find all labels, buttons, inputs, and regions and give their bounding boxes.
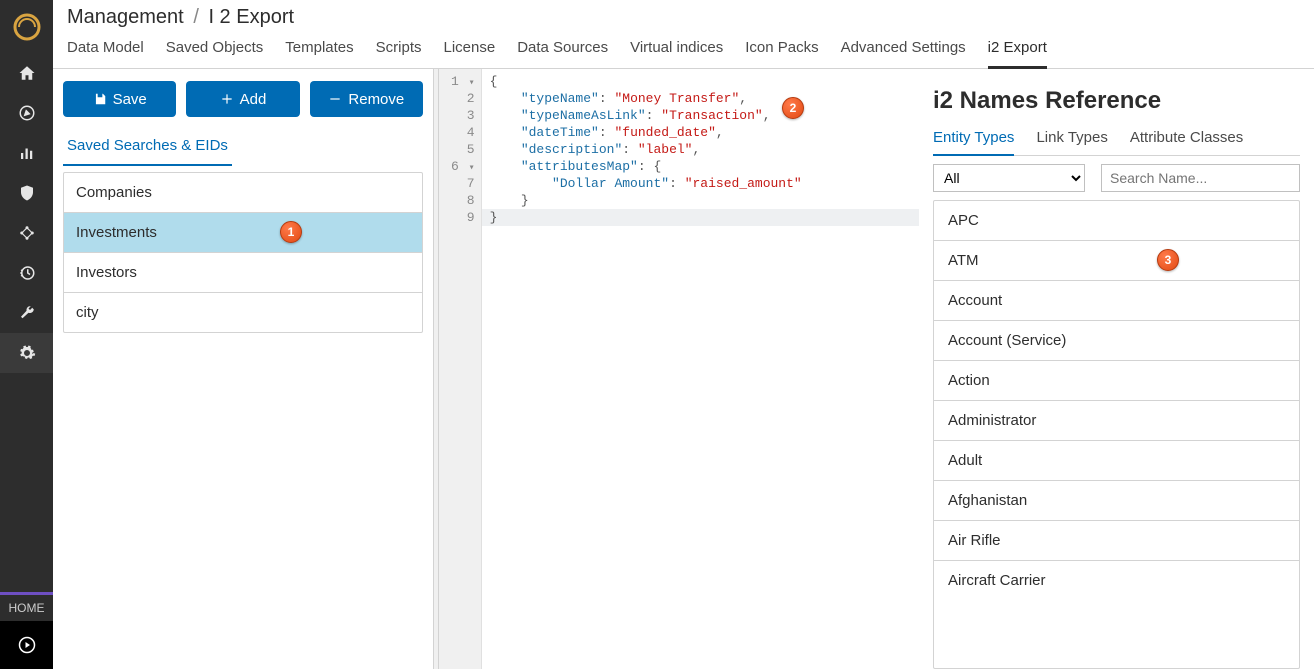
saved-search-item[interactable]: Investors <box>64 253 422 293</box>
reference-filter-row: All <box>933 164 1300 192</box>
breadcrumb-sep: / <box>193 6 199 28</box>
nav-management[interactable] <box>0 333 53 373</box>
saved-searches-panel: Save Add Remove Saved Searches & EIDs Co… <box>53 69 433 669</box>
nav-discover[interactable] <box>0 93 53 133</box>
wrench-icon <box>18 304 36 322</box>
json-editor-panel: 1 ▾23456 ▾789 { "typeName": "Money Trans… <box>439 69 919 669</box>
reference-title: i2 Names Reference <box>933 87 1300 115</box>
ref-tab-entity[interactable]: Entity Types <box>933 129 1014 156</box>
reference-list-wrap: APCATM3AccountAccount (Service)ActionAdm… <box>933 200 1300 669</box>
play-circle-icon <box>18 636 36 654</box>
callout-3: 3 <box>1157 249 1179 271</box>
nav-collapse[interactable] <box>0 621 53 669</box>
tab-data-sources[interactable]: Data Sources <box>517 39 608 68</box>
save-label: Save <box>113 91 147 108</box>
save-icon <box>93 92 107 106</box>
tab-advanced[interactable]: Advanced Settings <box>841 39 966 68</box>
saved-search-item[interactable]: Investments1 <box>64 213 422 253</box>
reference-item[interactable]: Action <box>934 361 1299 401</box>
remove-label: Remove <box>348 91 404 108</box>
history-icon <box>18 264 36 282</box>
nav-recent[interactable] <box>0 253 53 293</box>
reference-category-select[interactable]: All <box>933 164 1085 192</box>
home-icon <box>18 64 36 82</box>
reference-list[interactable]: APCATM3AccountAccount (Service)ActionAdm… <box>933 200 1300 669</box>
nav-security[interactable] <box>0 173 53 213</box>
main-content: Management / I 2 Export Data Model Saved… <box>53 0 1314 669</box>
save-button[interactable]: Save <box>63 81 176 117</box>
reference-item[interactable]: Administrator <box>934 401 1299 441</box>
tab-license[interactable]: License <box>444 39 496 68</box>
saved-search-item[interactable]: city <box>64 293 422 332</box>
saved-search-item[interactable]: Companies <box>64 173 422 213</box>
tab-virtual-indices[interactable]: Virtual indices <box>630 39 723 68</box>
reference-item[interactable]: Account (Service) <box>934 321 1299 361</box>
reference-panel: i2 Names Reference Entity Types Link Typ… <box>919 69 1314 669</box>
breadcrumb-page: I 2 Export <box>208 6 294 28</box>
line-numbers: 1 ▾23456 ▾789 <box>439 69 482 669</box>
graph-icon <box>18 224 36 242</box>
saved-searches-list: CompaniesInvestments1Investorscity <box>63 172 423 333</box>
reference-item[interactable]: Aircraft Carrier <box>934 561 1299 600</box>
minus-icon <box>328 92 342 106</box>
shield-icon <box>18 184 36 202</box>
breadcrumb-root[interactable]: Management <box>67 6 184 28</box>
app-navbar: HOME <box>0 0 53 669</box>
nav-graph[interactable] <box>0 213 53 253</box>
plus-icon <box>220 92 234 106</box>
nav-visualize[interactable] <box>0 133 53 173</box>
reference-item[interactable]: Account <box>934 281 1299 321</box>
tab-data-model[interactable]: Data Model <box>67 39 144 68</box>
gear-icon <box>18 344 36 362</box>
breadcrumb: Management / I 2 Export <box>53 0 1314 31</box>
logo-icon <box>12 12 42 42</box>
add-label: Add <box>240 91 267 108</box>
reference-item[interactable]: Air Rifle <box>934 521 1299 561</box>
add-button[interactable]: Add <box>186 81 299 117</box>
nav-home-label[interactable]: HOME <box>0 592 53 621</box>
ref-tab-link[interactable]: Link Types <box>1036 129 1107 155</box>
compass-icon <box>18 104 36 122</box>
nav-home[interactable] <box>0 53 53 93</box>
action-buttons: Save Add Remove <box>63 81 423 117</box>
code-editor[interactable]: 1 ▾23456 ▾789 { "typeName": "Money Trans… <box>439 69 919 669</box>
reference-item[interactable]: APC <box>934 201 1299 241</box>
tab-scripts[interactable]: Scripts <box>376 39 422 68</box>
reference-tabs: Entity Types Link Types Attribute Classe… <box>933 129 1300 156</box>
tab-templates[interactable]: Templates <box>285 39 353 68</box>
remove-button[interactable]: Remove <box>310 81 423 117</box>
reference-item[interactable]: ATM3 <box>934 241 1299 281</box>
reference-item[interactable]: Afghanistan <box>934 481 1299 521</box>
tab-saved-objects[interactable]: Saved Objects <box>166 39 264 68</box>
app-logo[interactable] <box>0 0 53 53</box>
nav-devtools[interactable] <box>0 293 53 333</box>
reference-search-input[interactable] <box>1101 164 1300 192</box>
workarea: Save Add Remove Saved Searches & EIDs Co… <box>53 69 1314 669</box>
ref-tab-attr[interactable]: Attribute Classes <box>1130 129 1243 155</box>
saved-searches-title: Saved Searches & EIDs <box>63 131 232 166</box>
reference-item[interactable]: Adult <box>934 441 1299 481</box>
code-content[interactable]: { "typeName": "Money Transfer", "typeNam… <box>482 69 919 669</box>
tab-i2-export[interactable]: i2 Export <box>988 39 1047 69</box>
chart-icon <box>18 144 36 162</box>
tab-icon-packs[interactable]: Icon Packs <box>745 39 818 68</box>
callout-1: 1 <box>280 221 302 243</box>
management-tabs: Data Model Saved Objects Templates Scrip… <box>53 31 1314 69</box>
